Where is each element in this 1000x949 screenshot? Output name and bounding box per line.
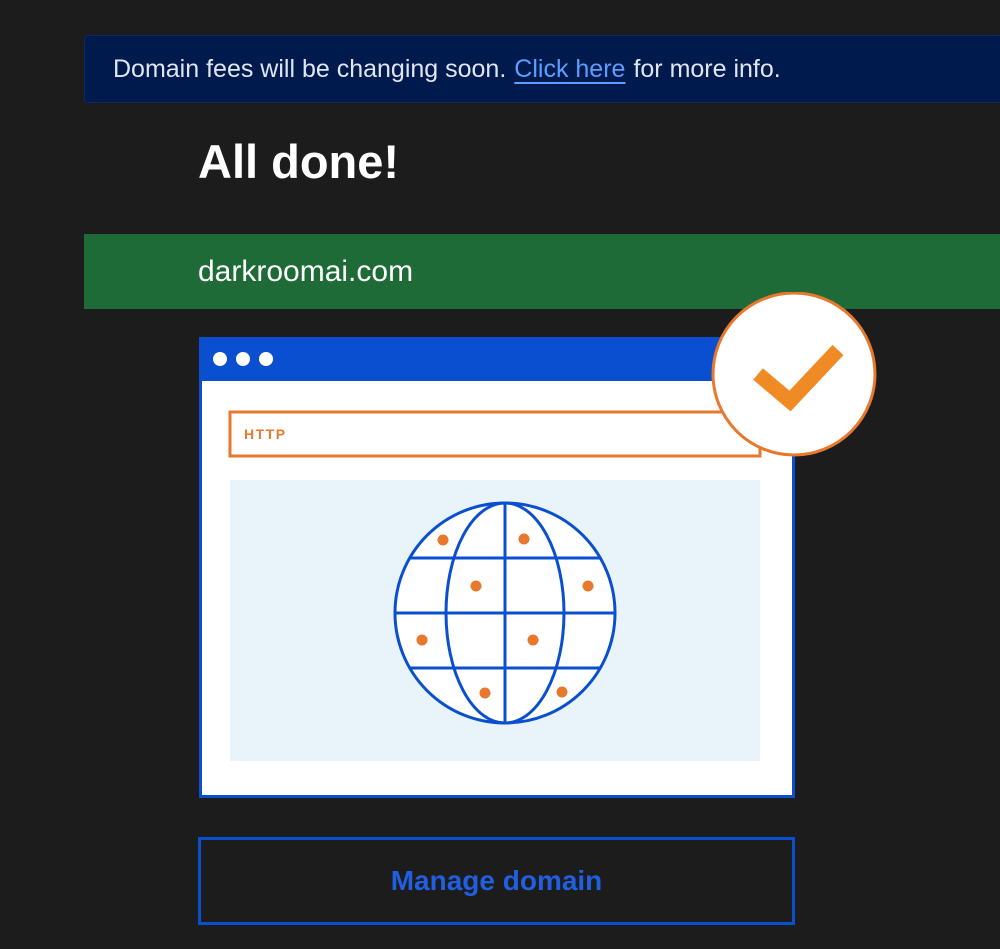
globe-icon: [393, 501, 617, 725]
page-title: All done!: [198, 135, 400, 188]
banner-text: Domain fees will be changing soon.: [113, 54, 507, 83]
window-dots-icon: [213, 352, 273, 366]
banner-text-after: for more info.: [633, 54, 781, 83]
domain-illustration: HTTP: [199, 292, 877, 798]
click-here-link[interactable]: Click here: [514, 55, 625, 84]
url-bar-text: HTTP: [244, 426, 287, 442]
manage-domain-button[interactable]: Manage domain: [198, 837, 795, 925]
checkmark-icon: [711, 292, 877, 457]
fee-notice-banner: Domain fees will be changing soon. Click…: [84, 35, 1000, 103]
url-bar: [228, 410, 762, 458]
